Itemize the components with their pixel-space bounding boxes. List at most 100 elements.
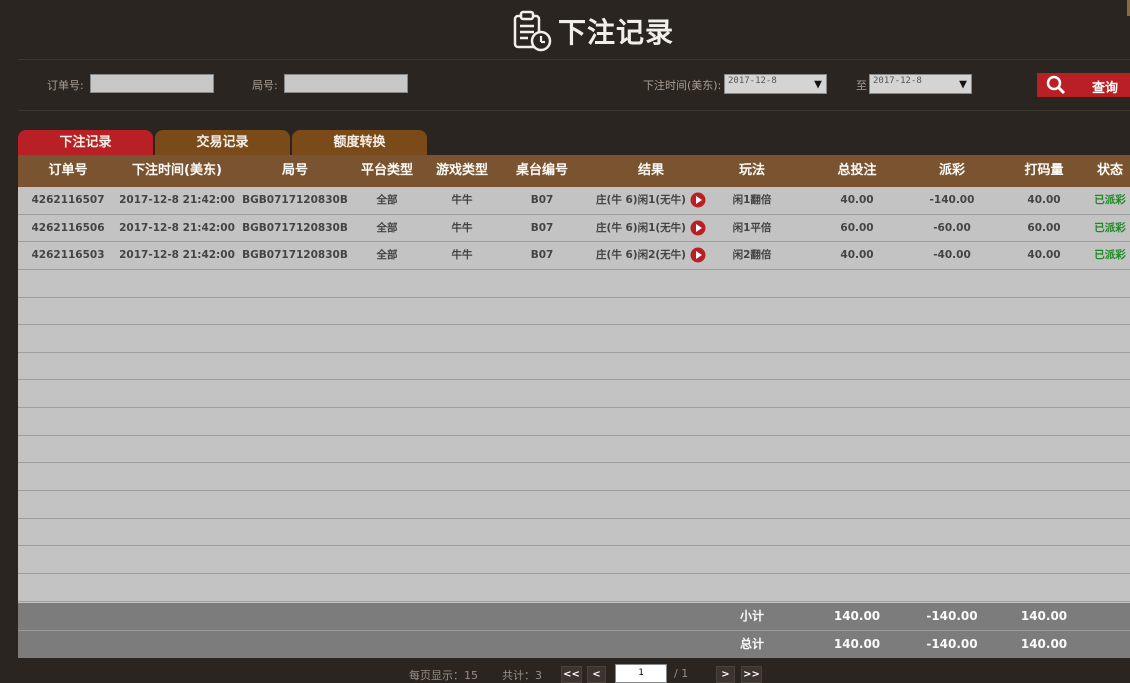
cell-play-text: 闲1翻倍 <box>732 194 772 206</box>
cell-status-text: 已派彩 <box>1094 194 1126 206</box>
cell-platform: 全部 <box>354 242 420 269</box>
cell-turnover: 60.00 <box>998 215 1090 242</box>
table-row: 4262116507 2017-12-8 21:42:00 BGB071712083… <box>18 187 1130 215</box>
search-button[interactable]: 查询 <box>1037 73 1130 97</box>
cell-payout-text: -60.00 <box>933 221 971 234</box>
empty-table-row <box>18 381 1130 409</box>
round-label: 局号: <box>252 79 278 92</box>
col-total-bet: 总投注 <box>837 163 877 178</box>
col-play: 玩法 <box>738 163 765 178</box>
table-body: 4262116507 2017-12-8 21:42:00 BGB071712083… <box>18 187 1130 603</box>
cell-result: 庄(牛 6)闲1(无牛) <box>580 215 722 242</box>
last-page-button[interactable]: >> <box>741 666 762 683</box>
subtotal-label: 小计 <box>739 609 764 623</box>
table-row: 4262116506 2017-12-8 21:42:00 BGB071712083… <box>18 215 1130 243</box>
cell-bet-time-text: 2017-12-8 21:42:00 <box>119 249 235 262</box>
col-table-no: 桌台编号 <box>515 163 568 178</box>
empty-table-row <box>18 464 1130 492</box>
cell-play-text: 闲2翻倍 <box>732 249 772 262</box>
round-input[interactable] <box>284 74 408 93</box>
cell-platform-text: 全部 <box>376 194 398 206</box>
cell-total-bet-text: 40.00 <box>840 249 874 262</box>
cell-order-no: 4262116506 <box>18 215 118 242</box>
page-title: 下注记录 <box>558 16 675 49</box>
page-number-input[interactable]: 1 <box>615 664 667 683</box>
cell-total-bet: 60.00 <box>808 215 906 242</box>
empty-table-row <box>18 546 1130 575</box>
cell-table-no-text: B07 <box>530 221 554 234</box>
cell-order-no: 4262116507 <box>18 187 118 214</box>
dropdown-arrow-icon[interactable]: ▼ <box>814 77 822 92</box>
cell-game-type: 牛牛 <box>420 242 504 269</box>
cell-play: 闲2翻倍 <box>722 242 782 269</box>
date-to-select[interactable]: 2017-12-8 ▼ <box>869 74 972 94</box>
cell-status: 已派彩 <box>1090 242 1130 269</box>
tab-credit-transfer[interactable]: 额度转换 <box>292 130 427 155</box>
cell-play: 闲1翻倍 <box>722 187 782 214</box>
empty-table-row <box>18 519 1130 547</box>
play-replay-icon[interactable] <box>690 247 706 263</box>
cell-bet-time: 2017-12-8 21:42:00 <box>118 242 236 269</box>
cell-order-no-text: 4262116507 <box>31 194 105 206</box>
cell-payout: -140.00 <box>906 187 998 214</box>
total-payout: -140.00 <box>926 637 978 651</box>
search-button-label: 查询 <box>1092 81 1119 96</box>
dropdown-arrow-icon[interactable]: ▼ <box>959 77 967 92</box>
cell-total-bet: 40.00 <box>808 187 906 214</box>
col-game-type: 游戏类型 <box>435 163 488 178</box>
col-turnover: 打码量 <box>1024 163 1064 178</box>
date-from-select[interactable]: 2017-12-8 ▼ <box>724 74 827 94</box>
filter-divider <box>18 110 1130 111</box>
bet-time-label: 下注时间(美东): <box>643 79 722 92</box>
total-turnover: 140.00 <box>1020 637 1068 651</box>
empty-table-row <box>18 574 1130 602</box>
subtotal-row: 小计 140.00 -140.00 140.00 <box>18 603 1130 630</box>
cell-platform: 全部 <box>354 187 420 214</box>
cell-round-no-text: BGB0717120830B <box>242 194 348 206</box>
table-row: 4262116503 2017-12-8 21:42:00 BGB071712083… <box>18 242 1130 270</box>
date-to-value: 2017-12-8 <box>873 76 922 86</box>
cell-game-type-text: 牛牛 <box>451 194 473 206</box>
prev-page-button[interactable]: < <box>587 666 606 683</box>
cell-round-no-text: BGB0717120830B <box>242 249 348 262</box>
search-icon <box>1046 75 1066 95</box>
cell-result-text: 庄(牛 6)闲2(无牛) <box>596 249 686 262</box>
cell-platform-text: 全部 <box>376 221 398 234</box>
cell-turnover-text: 40.00 <box>1027 194 1061 206</box>
col-order-no: 订单号 <box>48 163 88 178</box>
cell-bet-time: 2017-12-8 21:42:00 <box>118 187 236 214</box>
cell-payout: -40.00 <box>906 242 998 269</box>
tab-transaction-records[interactable]: 交易记录 <box>155 130 290 155</box>
order-label: 订单号: <box>47 79 84 92</box>
page-total-text: / 1 <box>674 667 689 680</box>
to-label: 至 <box>856 79 867 92</box>
totals-section: 小计 140.00 -140.00 140.00 总计 140.00 -140.… <box>18 603 1130 658</box>
cell-bet-time-text: 2017-12-8 21:42:00 <box>119 221 235 234</box>
play-replay-icon[interactable] <box>690 192 706 208</box>
empty-table-row <box>18 298 1130 326</box>
cell-status-text: 已派彩 <box>1094 221 1126 234</box>
pagination: 每页显示：15 共计：3 << < 1 / 1 > >> <box>0 663 1130 683</box>
col-platform: 平台类型 <box>360 163 413 178</box>
cell-round-no: BGB0717120830B <box>236 215 354 242</box>
cell-total-bet: 40.00 <box>808 242 906 269</box>
cell-result-text: 庄(牛 6)闲1(无牛) <box>596 194 686 206</box>
col-payout: 派彩 <box>938 163 965 178</box>
col-status: 状态 <box>1096 163 1123 178</box>
tab-bet-records[interactable]: 下注记录 <box>18 130 153 155</box>
cell-turnover: 40.00 <box>998 187 1090 214</box>
order-input[interactable] <box>90 74 214 93</box>
cell-total-bet-text: 40.00 <box>840 194 874 206</box>
title-wrap: 下注记录 <box>512 10 674 52</box>
first-page-button[interactable]: << <box>561 666 582 683</box>
per-page-text: 每页显示：15 <box>409 669 478 682</box>
empty-table-row <box>18 491 1130 519</box>
next-page-button[interactable]: > <box>716 666 735 683</box>
total-label: 总计 <box>739 637 764 651</box>
play-replay-icon[interactable] <box>690 220 706 236</box>
cell-platform-text: 全部 <box>376 249 398 262</box>
cell-table-no-text: B07 <box>530 194 554 206</box>
cell-play-text: 闲1平倍 <box>732 221 772 234</box>
cell-game-type: 牛牛 <box>420 215 504 242</box>
cell-bet-time-text: 2017-12-8 21:42:00 <box>119 194 235 206</box>
